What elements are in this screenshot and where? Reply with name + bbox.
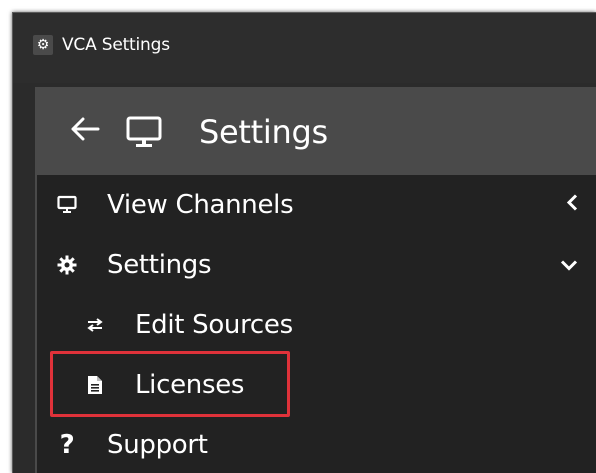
chevron-down-icon[interactable] <box>560 253 578 278</box>
menu-item-label: Support <box>107 430 208 460</box>
menu-item-label: Edit Sources <box>135 310 293 340</box>
title-bar: ⚙ VCA Settings <box>13 13 596 83</box>
chevron-left-icon[interactable] <box>566 193 578 218</box>
gear-icon <box>51 255 83 275</box>
document-icon <box>79 375 111 395</box>
arrow-left-icon[interactable] <box>71 117 101 147</box>
menu-item-support[interactable]: ? Support <box>37 415 596 473</box>
page-title: Settings <box>199 113 328 151</box>
settings-menu: View Channels Settings Edit Sources Lice… <box>37 175 596 473</box>
window-title: VCA Settings <box>62 35 170 55</box>
menu-item-label: View Channels <box>107 190 294 220</box>
swap-arrows-icon <box>79 317 111 333</box>
menu-item-edit-sources[interactable]: Edit Sources <box>37 295 596 355</box>
menu-item-licenses[interactable]: Licenses <box>37 355 596 415</box>
question-icon: ? <box>59 430 75 460</box>
monitor-icon <box>125 115 163 149</box>
menu-item-view-channels[interactable]: View Channels <box>37 175 596 235</box>
monitor-icon <box>51 195 83 215</box>
vca-settings-window: ⚙ VCA Settings Settings View Channels Se… <box>12 12 596 473</box>
menu-item-label: Settings <box>107 250 212 280</box>
menu-item-label: Licenses <box>135 370 245 400</box>
gears-icon: ⚙ <box>33 35 53 55</box>
settings-panel: Settings View Channels Settings Edit Sou… <box>35 87 596 473</box>
menu-item-settings[interactable]: Settings <box>37 235 596 295</box>
panel-header: Settings <box>37 89 596 175</box>
